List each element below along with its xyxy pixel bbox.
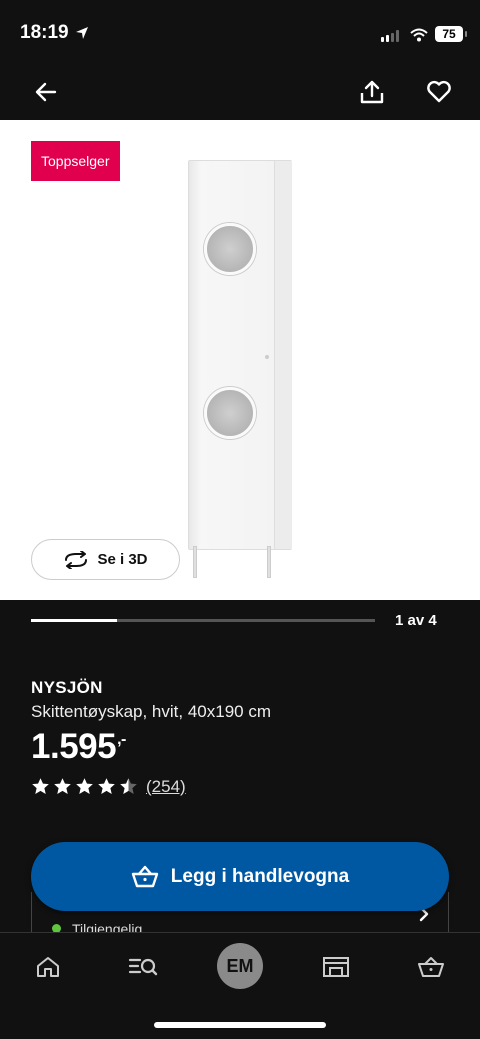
home-indicator: [154, 1022, 326, 1028]
star-icon: [76, 778, 93, 795]
home-icon: [37, 957, 59, 977]
star-icon: [98, 778, 115, 795]
add-to-cart-label: Legg i handlevogna: [170, 865, 350, 887]
top-navigation-bar: [0, 66, 480, 120]
image-progress-bar: [31, 619, 375, 622]
share-button[interactable]: [355, 75, 389, 109]
battery-indicator: 75: [435, 26, 467, 42]
status-bar: 18:19 75: [0, 0, 480, 66]
price-value: 1.595: [31, 727, 117, 766]
tab-search[interactable]: [123, 947, 163, 987]
arrow-left-icon: [35, 82, 57, 102]
share-icon: [360, 80, 384, 104]
product-image-carousel[interactable]: Toppselger Se i 3D: [0, 120, 480, 600]
toppselger-badge: Toppselger: [31, 141, 120, 181]
product-name: NYSJÖN: [31, 678, 103, 697]
add-to-cart-button[interactable]: Legg i handlevogna: [31, 842, 449, 911]
view-in-3d-button[interactable]: Se i 3D: [31, 539, 180, 580]
rating-stars: [31, 777, 138, 796]
cart-basket-icon: [418, 957, 444, 977]
star-icon: [54, 778, 71, 795]
favorite-button[interactable]: [422, 75, 456, 109]
product-price: 1.595,-: [31, 727, 126, 767]
location-arrow-icon: [76, 27, 88, 39]
tab-profile-avatar[interactable]: EM: [217, 943, 263, 989]
image-page-indicator: 1 av 4: [395, 612, 437, 629]
image-progress-fill: [31, 619, 117, 622]
star-icon: [32, 778, 49, 795]
store-icon: [323, 957, 349, 977]
basket-icon: [131, 865, 158, 887]
rotate-3d-icon: [65, 550, 88, 569]
star-icon: [120, 778, 137, 795]
view-in-3d-label: Se i 3D: [97, 551, 148, 568]
tab-home[interactable]: [28, 947, 68, 987]
search-icon: [128, 958, 158, 976]
tab-cart[interactable]: [411, 947, 451, 987]
back-button[interactable]: [29, 75, 63, 109]
product-description: Skittentøyskap, hvit, 40x190 cm: [31, 702, 271, 721]
rating-count-link[interactable]: (254): [146, 777, 186, 797]
wifi-icon: [410, 28, 428, 42]
tab-stores[interactable]: [316, 947, 356, 987]
heart-icon: [427, 80, 451, 103]
status-time: 18:19: [20, 22, 69, 43]
price-suffix: ,-: [117, 731, 126, 748]
